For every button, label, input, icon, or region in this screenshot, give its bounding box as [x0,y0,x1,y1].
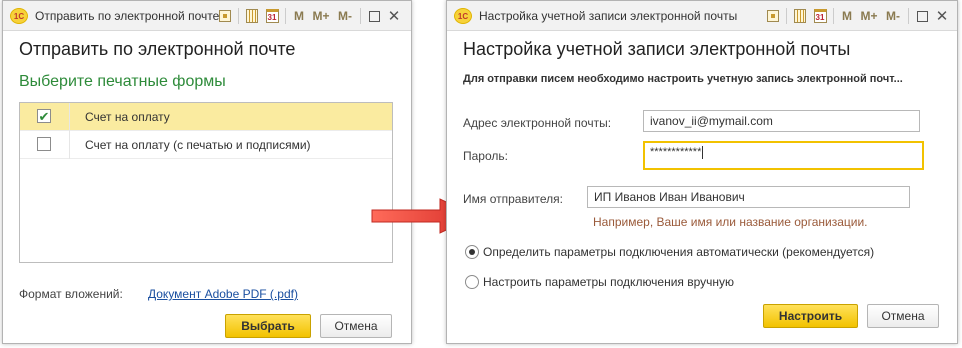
select-button[interactable]: Выбрать [225,314,311,338]
calendar-day: 31 [265,9,279,23]
checkbox-cell [20,131,70,159]
calculator-icon[interactable] [242,6,262,26]
memory-plus-button[interactable]: M+ [857,6,881,26]
sender-name-field[interactable]: ИП Иванов Иван Иванович [587,186,910,208]
memory-minus-button[interactable]: M- [881,6,905,26]
home-icon[interactable] [215,6,235,26]
send-email-window: 1С Отправить по электронной почте 31 M M… [2,0,412,344]
radio-auto-label[interactable]: Определить параметры подключения автомат… [483,245,874,259]
password-label: Пароль: [463,149,508,163]
separator [360,8,361,24]
app-logo-icon: 1С [10,8,28,24]
app-logo-icon: 1С [454,8,472,24]
list-item-label: Счет на оплату [85,110,170,124]
email-account-setup-window: 1С Настройка учетной записи электронной … [446,0,958,344]
memory-minus-button[interactable]: M- [333,6,357,26]
memory-m-button[interactable]: M [289,6,309,26]
attachment-format-link[interactable]: Документ Adobe PDF (.pdf) [148,287,298,301]
radio-manual-connection[interactable] [465,275,479,289]
text-caret [702,146,704,160]
page-title: Настройка учетной записи электронной поч… [463,39,851,59]
print-forms-list: ✔ Счет на оплату Счет на оплату (с печат… [19,102,393,263]
memory-plus-button[interactable]: M+ [309,6,333,26]
separator [908,8,909,24]
password-value: ************ [650,146,702,158]
calendar-day: 31 [813,9,827,23]
cancel-button[interactable]: Отмена [320,314,392,338]
calendar-icon[interactable]: 31 [810,6,830,26]
maximize-icon[interactable] [364,6,384,26]
radio-auto-connection[interactable] [465,245,479,259]
home-icon[interactable] [763,6,783,26]
calculator-icon[interactable] [790,6,810,26]
configure-button[interactable]: Настроить [763,304,858,328]
separator [786,8,787,24]
titlebar: 1С Настройка учетной записи электронной … [447,1,957,31]
calendar-icon[interactable]: 31 [262,6,282,26]
maximize-icon[interactable] [912,6,932,26]
password-field[interactable]: ************ [643,141,924,170]
separator [285,8,286,24]
close-icon[interactable]: ✕ [384,6,404,26]
checkbox-unchecked[interactable] [37,137,51,151]
cancel-button[interactable]: Отмена [867,304,939,328]
memory-m-button[interactable]: M [837,6,857,26]
separator [833,8,834,24]
radio-manual-label[interactable]: Настроить параметры подключения вручную [483,275,734,289]
window-title: Настройка учетной записи электронной поч… [479,9,738,23]
separator [238,8,239,24]
print-forms-subheading: Выберите печатные формы [19,73,226,90]
list-item[interactable]: Счет на оплату (с печатью и подписями) [20,131,392,159]
window-title: Отправить по электронной почте [35,9,220,23]
sender-name-hint: Например, Ваше имя или название организа… [593,215,868,229]
sender-name-label: Имя отправителя: [463,192,564,206]
titlebar: 1С Отправить по электронной почте 31 M M… [3,1,411,31]
title-toolbar: 31 M M+ M- ✕ [763,6,952,26]
list-item[interactable]: ✔ Счет на оплату [20,103,392,131]
close-icon[interactable]: ✕ [932,6,952,26]
page-title: Отправить по электронной почте [19,39,296,59]
title-toolbar: 31 M M+ M- ✕ [215,6,404,26]
email-field[interactable]: ivanov_ii@mymail.com [643,110,920,132]
setup-notice: Для отправки писем необходимо настроить … [463,73,903,85]
checkbox-checked[interactable]: ✔ [37,109,51,123]
checkbox-cell: ✔ [20,103,70,131]
list-item-label: Счет на оплату (с печатью и подписями) [85,138,311,152]
attachment-format-label: Формат вложений: [19,287,123,301]
email-label: Адрес электронной почты: [463,116,612,130]
